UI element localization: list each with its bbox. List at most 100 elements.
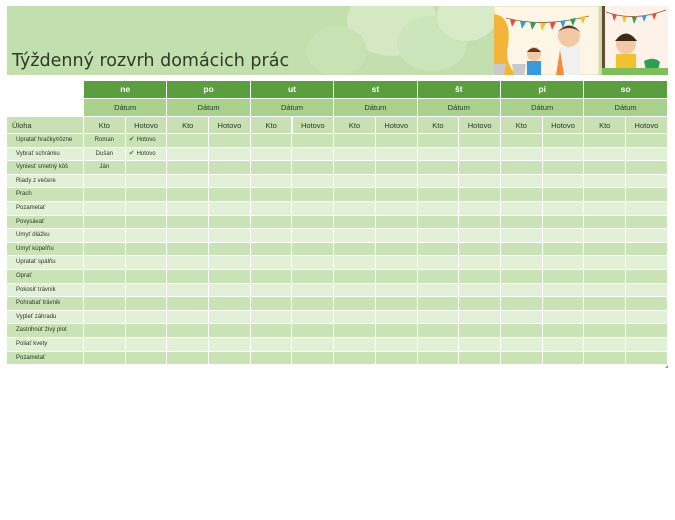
done-cell[interactable]: [209, 351, 251, 365]
who-cell[interactable]: [418, 147, 460, 161]
done-cell[interactable]: [626, 283, 668, 297]
who-cell[interactable]: [334, 202, 376, 215]
who-cell[interactable]: [84, 351, 126, 365]
who-cell[interactable]: Dušan: [84, 147, 126, 161]
who-cell[interactable]: [167, 351, 210, 365]
who-cell[interactable]: [251, 324, 293, 337]
who-cell[interactable]: [584, 242, 627, 256]
who-cell[interactable]: [167, 215, 210, 229]
task-name-cell[interactable]: Pozametať: [7, 351, 84, 365]
done-cell[interactable]: [626, 134, 668, 147]
done-cell[interactable]: [209, 283, 251, 297]
who-cell[interactable]: [584, 297, 627, 310]
done-cell[interactable]: [126, 229, 168, 242]
done-cell[interactable]: ✔ Hotovo: [126, 147, 168, 161]
done-cell[interactable]: [376, 310, 418, 324]
done-cell[interactable]: [459, 174, 501, 188]
done-cell[interactable]: [126, 174, 168, 188]
done-cell[interactable]: [376, 283, 418, 297]
who-cell[interactable]: [167, 174, 210, 188]
task-name-cell[interactable]: Pozametať: [7, 202, 84, 215]
who-cell[interactable]: [584, 351, 627, 365]
who-cell[interactable]: [584, 310, 627, 324]
who-cell[interactable]: [251, 338, 293, 351]
who-cell[interactable]: [167, 202, 210, 215]
who-cell[interactable]: [334, 297, 376, 310]
done-cell[interactable]: [376, 188, 418, 201]
who-cell[interactable]: [167, 242, 210, 256]
date-header[interactable]: Dátum: [584, 98, 668, 116]
task-name-cell[interactable]: Vyniesť smetný kôš: [7, 161, 84, 174]
who-cell[interactable]: [334, 147, 376, 161]
done-cell[interactable]: [459, 338, 501, 351]
who-cell[interactable]: [334, 134, 376, 147]
date-header[interactable]: Dátum: [84, 98, 168, 116]
done-cell[interactable]: [293, 270, 335, 283]
task-name-cell[interactable]: Oprať: [7, 270, 84, 283]
done-cell[interactable]: [543, 338, 585, 351]
done-cell[interactable]: [126, 297, 168, 310]
done-cell[interactable]: [626, 215, 668, 229]
who-cell[interactable]: [167, 134, 210, 147]
done-cell[interactable]: [293, 242, 335, 256]
done-cell[interactable]: [543, 283, 585, 297]
done-cell[interactable]: [126, 215, 168, 229]
done-cell[interactable]: [626, 229, 668, 242]
done-cell[interactable]: [626, 242, 668, 256]
who-cell[interactable]: [84, 229, 126, 242]
task-name-cell[interactable]: Umyť dlážku: [7, 229, 84, 242]
done-cell[interactable]: [626, 297, 668, 310]
task-name-cell[interactable]: Pokosiť trávnik: [7, 283, 84, 297]
done-cell[interactable]: [209, 297, 251, 310]
who-cell[interactable]: [334, 283, 376, 297]
who-cell[interactable]: [251, 161, 293, 174]
done-cell[interactable]: [543, 351, 585, 365]
who-cell[interactable]: [584, 229, 627, 242]
task-name-cell[interactable]: Riady z večere: [7, 174, 84, 188]
who-cell[interactable]: [167, 161, 210, 174]
done-cell[interactable]: [543, 174, 585, 188]
done-cell[interactable]: [293, 229, 335, 242]
who-cell[interactable]: [84, 188, 126, 201]
done-cell[interactable]: [376, 324, 418, 337]
who-cell[interactable]: [334, 242, 376, 256]
who-cell[interactable]: [418, 283, 460, 297]
who-cell[interactable]: [584, 174, 627, 188]
task-name-cell[interactable]: Vypleť záhradu: [7, 310, 84, 324]
done-cell[interactable]: [543, 147, 585, 161]
date-header[interactable]: Dátum: [501, 98, 585, 116]
done-cell[interactable]: [126, 310, 168, 324]
who-cell[interactable]: [84, 256, 126, 269]
done-cell[interactable]: [626, 174, 668, 188]
done-cell[interactable]: [459, 256, 501, 269]
done-cell[interactable]: [293, 174, 335, 188]
done-cell[interactable]: [626, 202, 668, 215]
who-cell[interactable]: [251, 202, 293, 215]
who-cell[interactable]: [584, 338, 627, 351]
done-cell[interactable]: [543, 134, 585, 147]
who-cell[interactable]: [167, 338, 210, 351]
who-cell[interactable]: [84, 215, 126, 229]
who-cell[interactable]: [334, 229, 376, 242]
done-cell[interactable]: [626, 270, 668, 283]
who-cell[interactable]: [167, 283, 210, 297]
who-cell[interactable]: [251, 256, 293, 269]
done-cell[interactable]: [543, 324, 585, 337]
who-cell[interactable]: [334, 174, 376, 188]
done-cell[interactable]: [209, 202, 251, 215]
done-cell[interactable]: [376, 270, 418, 283]
who-cell[interactable]: [584, 283, 627, 297]
done-cell[interactable]: [126, 270, 168, 283]
who-cell[interactable]: [334, 338, 376, 351]
who-cell[interactable]: [167, 188, 210, 201]
done-cell[interactable]: [209, 310, 251, 324]
who-cell[interactable]: [84, 338, 126, 351]
who-cell[interactable]: [418, 310, 460, 324]
who-cell[interactable]: Ján: [84, 161, 126, 174]
done-cell[interactable]: [543, 161, 585, 174]
done-cell[interactable]: [293, 161, 335, 174]
done-cell[interactable]: [459, 310, 501, 324]
done-cell[interactable]: [209, 188, 251, 201]
done-cell[interactable]: [459, 229, 501, 242]
who-cell[interactable]: [251, 229, 293, 242]
